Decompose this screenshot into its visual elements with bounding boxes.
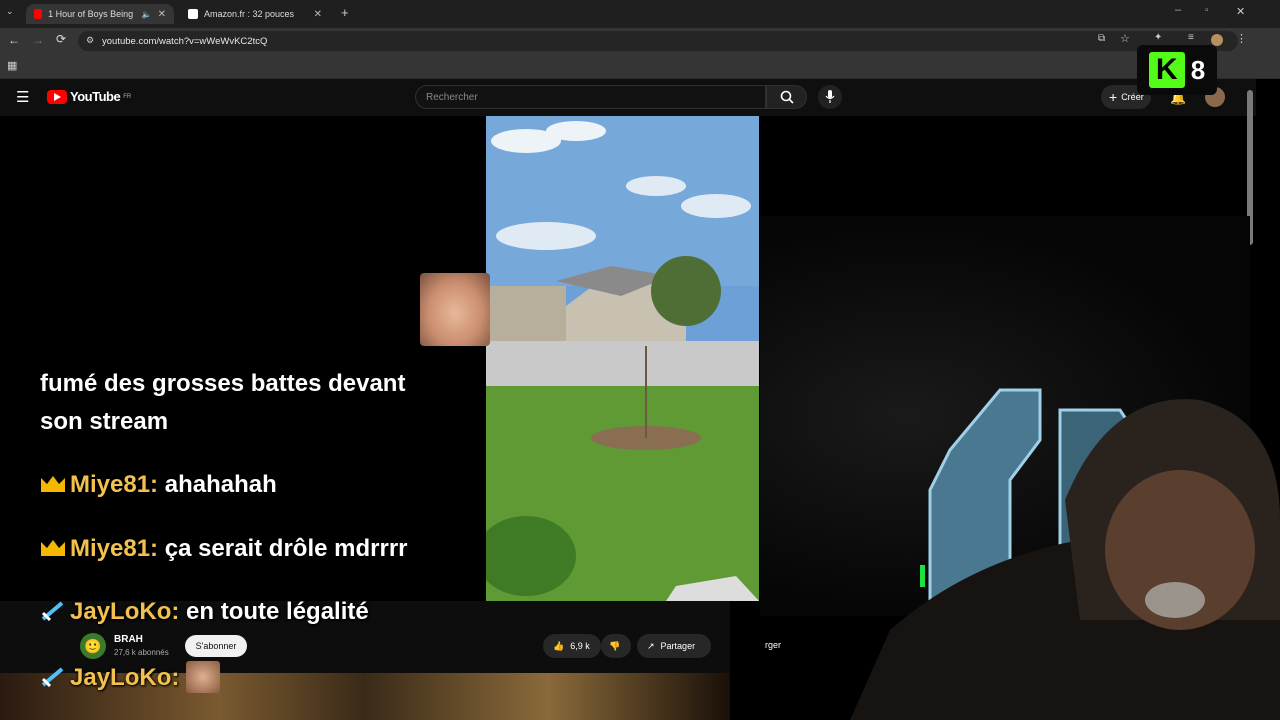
forward-icon[interactable]: →: [32, 33, 44, 47]
back-icon[interactable]: ←: [8, 33, 20, 47]
amazon-favicon-icon: [188, 9, 198, 19]
share-button[interactable]: ↗ Partager: [637, 634, 711, 658]
subscribe-button[interactable]: S'abonner: [185, 635, 247, 657]
chat-emote-icon: [186, 661, 221, 693]
like-button[interactable]: 👍 6,9 k: [543, 634, 601, 658]
search-button[interactable]: [766, 85, 807, 109]
url-field[interactable]: ⚙ youtube.com/watch?v=wWeWvKC2tcQ: [78, 31, 1238, 51]
site-info-icon[interactable]: ⚙: [86, 35, 94, 46]
chat-username: Miye81:: [70, 471, 159, 498]
plus-icon: +: [1109, 89, 1118, 105]
tab-title: Amazon.fr : 32 pouces: [204, 9, 295, 19]
video-frame: [486, 116, 759, 601]
share-label: Partager: [660, 641, 696, 651]
video-player[interactable]: [486, 116, 759, 601]
chat-text: ça serait drôle mdrrrr: [164, 535, 408, 562]
youtube-favicon-icon: [34, 9, 43, 19]
streamer-webcam: [850, 399, 1280, 720]
address-bar-row: ← → ⟳ ⚙ youtube.com/watch?v=wWeWvKC2tcQ …: [0, 28, 1280, 54]
region-code: FR: [123, 93, 132, 100]
chat-text: ahahahah: [164, 471, 277, 498]
microphone-icon: [825, 90, 835, 103]
tab-title: 1 Hour of Boys Being Boys: [48, 9, 136, 19]
chat-message: JayLoKo:: [40, 661, 221, 693]
kick-viewer-badge: K 8: [1137, 45, 1217, 95]
chat-username: JayLoKo:: [70, 664, 180, 691]
close-tab-icon[interactable]: ✕: [158, 9, 166, 20]
chat-message: Miye81: ahahahah: [40, 471, 277, 499]
crown-icon: [41, 476, 65, 492]
restore-icon[interactable]: ▫: [1205, 5, 1209, 16]
browser-tab-bar: ⌄ 1 Hour of Boys Being Boys 🔈 ✕ Amazon.f…: [0, 0, 1280, 28]
search-input[interactable]: Rechercher: [415, 85, 766, 109]
voice-search-button[interactable]: [818, 85, 842, 109]
chat-text: son stream: [40, 408, 169, 435]
crown-icon: [41, 540, 65, 556]
youtube-logo-text: YouTube: [70, 89, 121, 104]
cast-icon[interactable]: ⧉: [1098, 33, 1105, 44]
apps-grid-icon[interactable]: ▦: [7, 59, 17, 72]
window-close-icon[interactable]: ✕: [1236, 5, 1245, 18]
tab-amazon[interactable]: Amazon.fr : 32 pouces ✕: [180, 4, 330, 24]
dislike-button[interactable]: 👎: [601, 634, 631, 658]
reading-list-icon[interactable]: ≡: [1188, 32, 1194, 43]
chat-message: fumé des grosses battes devant: [40, 370, 405, 398]
thumbs-down-icon: 👎: [609, 640, 621, 651]
download-button[interactable]: rger: [765, 640, 781, 650]
url-text: youtube.com/watch?v=wWeWvKC2tcQ: [102, 35, 268, 47]
laughing-emote-image: [420, 273, 490, 346]
kick-logo-icon: K: [1148, 52, 1185, 88]
reload-icon[interactable]: ⟳: [56, 32, 66, 46]
kick-viewer-count: 8: [1190, 54, 1206, 85]
chat-username: Miye81:: [70, 535, 159, 562]
browser-menu-icon[interactable]: ⋮: [1236, 32, 1247, 45]
tab-youtube[interactable]: 1 Hour of Boys Being Boys 🔈 ✕: [26, 4, 174, 24]
chat-message: JayLoKo: en toute légalité: [40, 598, 369, 626]
bookmarks-bar: ▦: [0, 54, 1280, 79]
youtube-play-icon: [47, 89, 67, 104]
search-placeholder: Rechercher: [426, 91, 478, 103]
search-icon: [780, 90, 794, 104]
share-arrow-icon: ↗: [647, 640, 655, 651]
profile-avatar-icon[interactable]: [1211, 34, 1223, 46]
extensions-icon[interactable]: ✦: [1154, 32, 1162, 43]
like-count: 6,9 k: [570, 641, 590, 651]
minimize-icon[interactable]: –: [1175, 4, 1181, 16]
new-tab-icon[interactable]: +: [341, 5, 349, 20]
speaker-icon: 🔈: [141, 9, 152, 19]
thumbs-up-icon: 👍: [553, 640, 565, 651]
close-tab-icon[interactable]: ✕: [314, 9, 322, 20]
chat-username: JayLoKo:: [70, 598, 180, 625]
chat-text: fumé des grosses battes devant: [40, 370, 406, 397]
channel-avatar[interactable]: 🙂: [80, 633, 106, 659]
sword-icon: [41, 601, 64, 621]
chat-message: Miye81: ça serait drôle mdrrrr: [40, 535, 408, 563]
channel-name[interactable]: BRAH: [114, 634, 143, 645]
chat-message: son stream: [40, 408, 168, 436]
bookmark-star-icon[interactable]: ☆: [1120, 32, 1130, 45]
download-label: rger: [765, 640, 782, 650]
youtube-logo[interactable]: YouTube FR: [47, 89, 131, 104]
subscriber-count: 27,6 k abonnés: [114, 648, 169, 657]
hamburger-menu-icon[interactable]: ☰: [16, 88, 29, 106]
tab-list-chevron-icon[interactable]: ⌄: [6, 6, 14, 17]
sword-icon: [41, 667, 64, 687]
chat-text: en toute légalité: [186, 598, 369, 625]
